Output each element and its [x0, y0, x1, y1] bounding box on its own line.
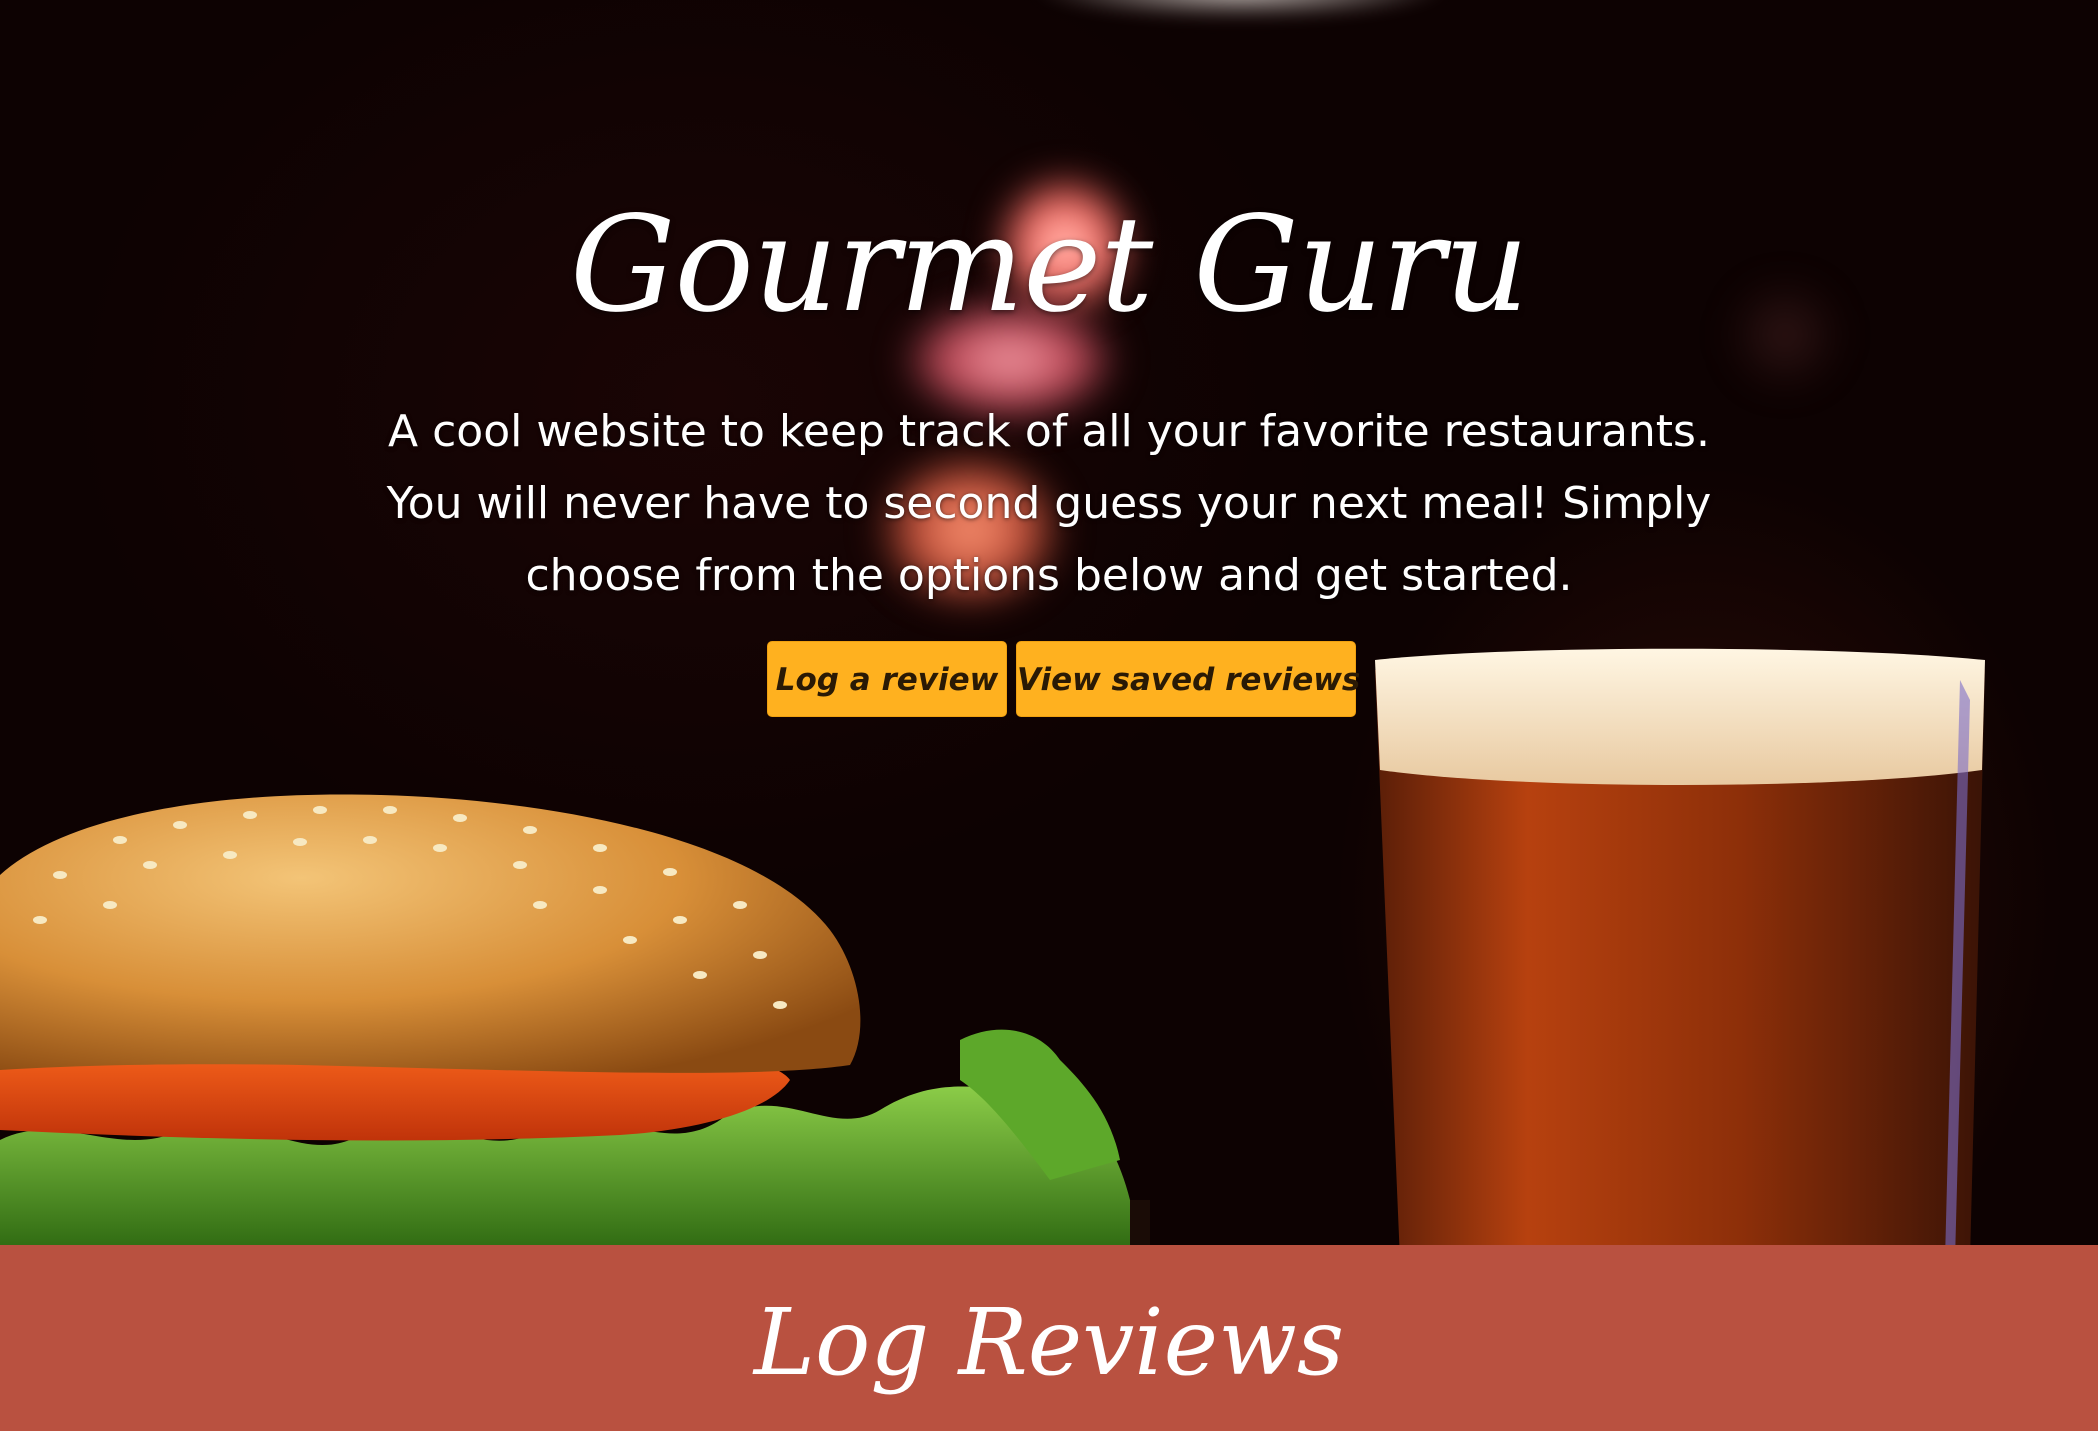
log-reviews-section: Log Reviews: [0, 1245, 2098, 1431]
hero-section: Gourmet Guru A cool website to keep trac…: [0, 0, 2098, 1245]
burger-image: [0, 794, 1150, 1245]
log-review-button[interactable]: Log a review: [767, 641, 1007, 717]
site-description: A cool website to keep track of all your…: [386, 406, 1712, 601]
site-title: Gourmet Guru: [570, 188, 1529, 342]
section-title: Log Reviews: [753, 1289, 1345, 1396]
light-bokeh: [1030, 0, 1450, 20]
beer-glass-image: [1375, 648, 1985, 1245]
view-saved-reviews-button[interactable]: View saved reviews: [1016, 641, 1360, 717]
